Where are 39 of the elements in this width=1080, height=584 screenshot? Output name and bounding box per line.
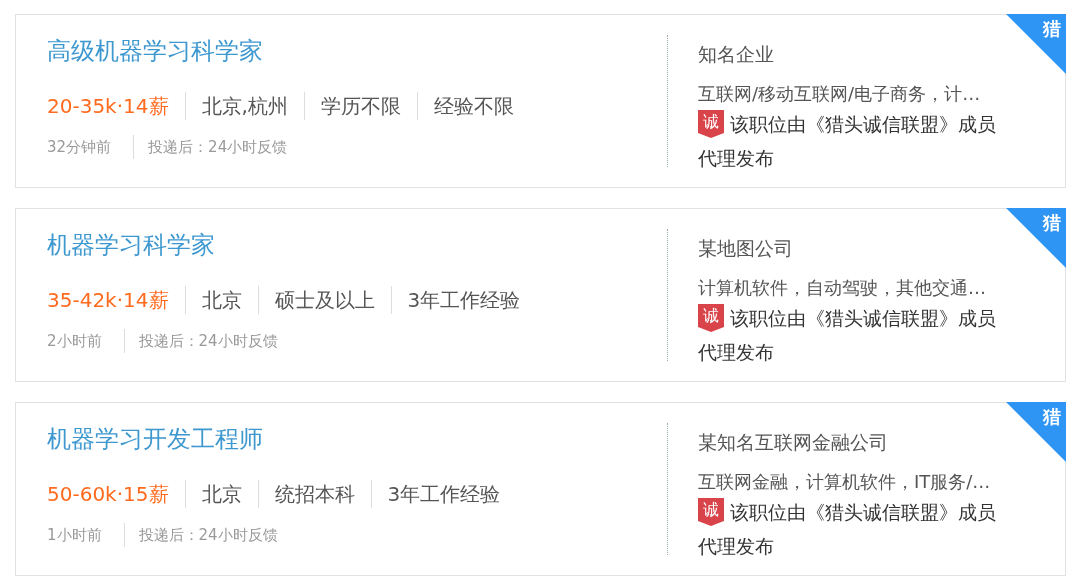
feedback-note: 投递后：24小时反馈 [138, 525, 278, 546]
integrity-badge-icon: 诚 [698, 498, 724, 526]
job-requirement: 硕士及以上 [274, 287, 375, 314]
job-requirement: 3年工作经验 [387, 481, 501, 508]
integrity-badge-icon: 诚 [698, 304, 724, 332]
agency-notice: 代理发布 [698, 534, 774, 559]
job-card[interactable]: 高级机器学习科学家 20-35k·14薪 北京,杭州 学历不限 经验不限 32分钟前 投递后：24小时反馈 知名企业 互联网/移动互联网/电子商务，计… 诚 该职位由《猎头诚信联盟》成员 代理发布 猎 [15, 14, 1066, 188]
salary: 50-60k·15薪 [47, 481, 169, 508]
agency-notice: 该职位由《猎头诚信联盟》成员 [730, 500, 996, 525]
job-requirement: 3年工作经验 [407, 287, 521, 314]
job-requirement: 学历不限 [320, 93, 401, 120]
company-industry: 互联网/移动互联网/电子商务，计… [698, 82, 982, 106]
company-name: 某地图公司 [698, 236, 794, 261]
company-industry: 互联网金融，计算机软件，IT服务/… [698, 470, 992, 494]
headhunter-corner-badge: 猎 [1006, 402, 1066, 462]
salary: 35-42k·14薪 [47, 287, 169, 314]
agency-notice: 代理发布 [698, 146, 774, 171]
job-requirement: 北京 [201, 481, 242, 508]
integrity-badge-icon: 诚 [698, 110, 724, 138]
company-name: 知名企业 [698, 42, 775, 67]
agency-notice: 代理发布 [698, 340, 774, 365]
headhunter-corner-badge: 猎 [1006, 208, 1066, 268]
company-name: 某知名互联网金融公司 [698, 430, 889, 455]
job-requirement: 经验不限 [433, 93, 514, 120]
agency-notice: 该职位由《猎头诚信联盟》成员 [730, 112, 996, 137]
posted-time: 2小时前 [47, 331, 102, 352]
posted-time: 32分钟前 [47, 137, 112, 158]
job-requirement: 北京 [201, 287, 242, 314]
job-card[interactable]: 机器学习科学家 35-42k·14薪 北京 硕士及以上 3年工作经验 2小时前 投递后：24小时反馈 某地图公司 计算机软件，自动驾驶，其他交通… 诚 该职位由《猎头诚信联盟》成员 代理发布 猎 [15, 208, 1066, 382]
posted-time: 1小时前 [47, 525, 102, 546]
job-card[interactable]: 机器学习开发工程师 50-60k·15薪 北京 统招本科 3年工作经验 1小时前 投递后：24小时反馈 某知名互联网金融公司 互联网金融，计算机软件，IT服务/… 诚 该职位由《猎头诚信联盟》成员 代理发布 猎 [15, 402, 1066, 576]
headhunter-corner-badge: 猎 [1006, 14, 1066, 74]
job-requirement: 北京,杭州 [201, 93, 288, 120]
job-requirement: 统招本科 [274, 481, 355, 508]
company-industry: 计算机软件，自动驾驶，其他交通… [698, 276, 987, 300]
feedback-note: 投递后：24小时反馈 [138, 331, 278, 352]
salary: 20-35k·14薪 [47, 93, 169, 120]
feedback-note: 投递后：24小时反馈 [148, 137, 288, 158]
agency-notice: 该职位由《猎头诚信联盟》成员 [730, 306, 996, 331]
